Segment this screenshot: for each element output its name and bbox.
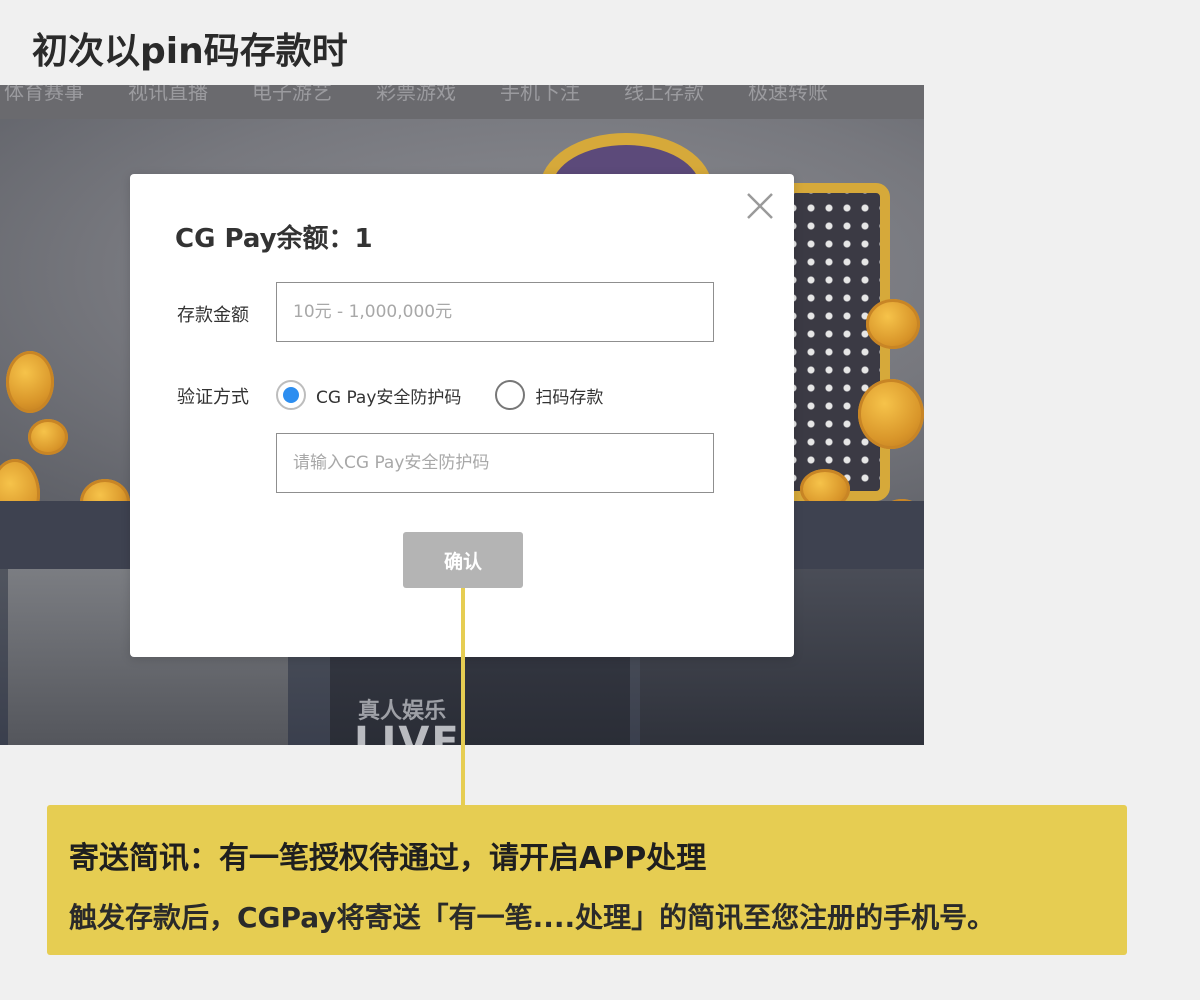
callout-connector-line <box>461 588 465 806</box>
pin-input[interactable] <box>276 433 714 493</box>
confirm-button[interactable]: 确认 <box>403 532 523 588</box>
deposit-modal: CG Pay余额：1 存款金额 验证方式 CG Pay安全防护码 扫码存款 确认 <box>130 174 794 657</box>
radio-checked-icon[interactable] <box>276 380 306 410</box>
radio-pin-option[interactable]: CG Pay安全防护码 <box>276 380 461 410</box>
bg-nav-item: 彩票游戏 <box>376 85 456 104</box>
callout-title: 寄送简讯：有一笔授权待通过，请开启APP处理 <box>69 841 707 876</box>
coin-decoration <box>858 379 924 449</box>
page-heading: 初次以pin码存款时 <box>32 31 348 72</box>
radio-qr-label: 扫码存款 <box>535 387 604 408</box>
bg-nav-item: 线上存款 <box>624 85 704 104</box>
radio-unchecked-icon[interactable] <box>495 380 526 410</box>
coin-decoration <box>28 419 68 455</box>
amount-label: 存款金额 <box>177 305 249 326</box>
coin-decoration <box>866 299 920 349</box>
bg-nav-item: 电子游艺 <box>252 85 332 104</box>
amount-input[interactable] <box>276 282 714 342</box>
radio-pin-label: CG Pay安全防护码 <box>316 387 462 408</box>
bg-nav-item: 视讯直播 <box>128 85 208 104</box>
bg-nav-item: 极速转账 <box>748 85 828 104</box>
bg-nav-item: 体育赛事 <box>4 85 84 104</box>
balance-title: CG Pay余额：1 <box>175 224 373 254</box>
callout-description: 触发存款后，CGPay将寄送「有一笔....处理」的简讯至您注册的手机号。 <box>69 901 996 934</box>
coin-decoration <box>6 351 54 413</box>
close-icon[interactable] <box>746 192 774 220</box>
verify-method-radio-group: CG Pay安全防护码 扫码存款 <box>276 380 603 410</box>
background-nav: 体育赛事 视讯直播 电子游艺 彩票游戏 手机下注 线上存款 极速转账 <box>0 85 924 119</box>
verify-method-label: 验证方式 <box>177 387 249 408</box>
bg-nav-item: 手机下注 <box>500 85 580 104</box>
sms-callout: 寄送简讯：有一笔授权待通过，请开启APP处理 触发存款后，CGPay将寄送「有一… <box>47 805 1127 955</box>
radio-qr-option[interactable]: 扫码存款 <box>495 380 603 410</box>
live-casino-live-text: LIVE <box>354 719 461 745</box>
